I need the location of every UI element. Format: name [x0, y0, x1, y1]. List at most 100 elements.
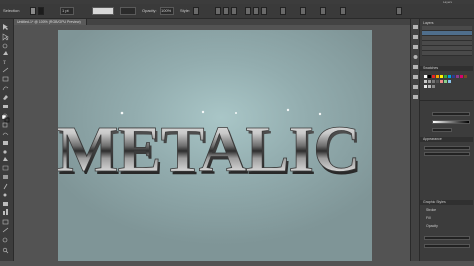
recolor-button[interactable]: [300, 7, 306, 15]
swatch[interactable]: [456, 75, 459, 78]
sparkle-icon: [235, 112, 237, 114]
swatch[interactable]: [452, 75, 455, 78]
pen-tool-icon: [3, 51, 8, 55]
arrange-button[interactable]: [340, 7, 346, 15]
appearance-field[interactable]: [424, 244, 470, 248]
opacity-slider[interactable]: [432, 112, 470, 116]
align-middle-button[interactable]: [253, 7, 259, 15]
graph-tool-icon: [3, 211, 5, 215]
layers-tab[interactable]: Layers: [423, 21, 434, 25]
hand-tool-icon: [2, 237, 8, 243]
appearance-field[interactable]: [424, 236, 470, 240]
swatch[interactable]: [448, 75, 451, 78]
swatch[interactable]: [444, 80, 447, 83]
artboard[interactable]: METALIC METALIC: [56, 30, 372, 261]
angle-field[interactable]: [432, 128, 452, 132]
headline-text[interactable]: METALIC: [56, 113, 361, 187]
appearance-field[interactable]: [424, 146, 470, 150]
style-picker-button[interactable]: [193, 7, 199, 15]
sparkle-icon: [318, 112, 322, 116]
lasso-tool-icon: [2, 43, 8, 49]
free-transform-tool-icon: [3, 141, 8, 145]
stroke-label: Stroke: [426, 208, 437, 212]
appearance-panel-icon: [413, 65, 418, 69]
appearance-field[interactable]: [424, 152, 470, 156]
color-panel-icon: [413, 55, 418, 59]
swatch[interactable]: [432, 80, 435, 83]
brush-tool-icon: [2, 86, 9, 91]
tool-icons[interactable]: T: [0, 19, 13, 261]
sparkle-icon: [120, 111, 124, 115]
perspective-tool-icon: [3, 157, 8, 161]
symbol-sprayer-tool-icon: [3, 202, 8, 206]
canvas-area[interactable]: METALIC METALIC: [14, 25, 418, 261]
align-right-button[interactable]: [231, 7, 237, 15]
mesh-tool-icon: [2, 165, 9, 171]
swatch[interactable]: [424, 85, 427, 88]
graphic-style-dropdown[interactable]: [120, 7, 136, 15]
swatches-grid: [424, 73, 472, 95]
artwork-svg[interactable]: METALIC METALIC: [56, 30, 372, 261]
divider: [420, 100, 473, 101]
appearance-tab: Appearance: [423, 137, 442, 141]
swatch[interactable]: [428, 75, 431, 78]
swatch[interactable]: [424, 80, 427, 83]
swatch[interactable]: [428, 85, 431, 88]
swatch[interactable]: [432, 75, 435, 78]
blend-tool-icon: [3, 193, 7, 197]
shape-builder-tool-icon: [3, 150, 7, 154]
swatch[interactable]: [444, 75, 447, 78]
swatch[interactable]: [448, 80, 451, 83]
layers-panel-icon: [413, 25, 418, 29]
appearance-header[interactable]: Appearance: [420, 137, 473, 142]
align-left-button[interactable]: [215, 7, 221, 15]
fill-label: Fill: [426, 216, 431, 220]
stroke-swatch-button[interactable]: [38, 7, 44, 15]
scale-tool-icon: [2, 122, 8, 128]
align-top-button[interactable]: [245, 7, 251, 15]
align-panel-icon: [413, 95, 418, 99]
opacity-label: Opacity:: [142, 8, 157, 13]
slice-tool-icon: [2, 227, 9, 233]
opacity-value: 100%: [161, 8, 172, 13]
graphic-styles-header[interactable]: Graphic Styles: [420, 200, 473, 205]
swatch[interactable]: [432, 85, 435, 88]
brush-definition-dropdown[interactable]: [92, 7, 114, 15]
eyedropper-tool-icon: [3, 183, 8, 190]
isolate-button[interactable]: [320, 7, 326, 15]
transform-button[interactable]: [280, 7, 286, 15]
tools-panel: T: [0, 19, 14, 261]
panel-menu-button[interactable]: [396, 7, 402, 15]
layers-list: [422, 26, 472, 56]
swatches-tab: Swatches: [423, 66, 439, 70]
artboard-tool-icon: [2, 219, 9, 225]
swatch[interactable]: [424, 75, 427, 78]
swatch[interactable]: [428, 80, 431, 83]
swatch[interactable]: [460, 75, 463, 78]
transform-panel-icon: [413, 85, 418, 89]
swatch[interactable]: [464, 75, 467, 78]
swatches-header[interactable]: Swatches: [420, 66, 473, 71]
gradient-slider[interactable]: [432, 120, 470, 124]
align-center-button[interactable]: [223, 7, 229, 15]
fill-swatch-button[interactable]: [30, 7, 36, 15]
control-bar: Selection 1 pt Opacity: 100% Style:: [0, 4, 474, 19]
graphic-styles-panel-icon: [413, 75, 418, 79]
align-bottom-button[interactable]: [261, 7, 267, 15]
opacity-panel-label: Opacity: [426, 224, 438, 228]
eraser-tool-icon: [3, 105, 8, 108]
swatch[interactable]: [440, 75, 443, 78]
pencil-tool-icon: [3, 95, 8, 100]
style-label: Style:: [180, 8, 191, 13]
gradient-tool-icon: [3, 175, 8, 179]
swatches-panel-icon: [413, 35, 418, 39]
swatch[interactable]: [440, 80, 443, 83]
sparkle-icon: [286, 108, 290, 112]
swatch[interactable]: [436, 75, 439, 78]
layer-row[interactable]: [422, 51, 472, 56]
selection-tool-icon: [3, 24, 8, 30]
sparkle-icon: [201, 110, 205, 114]
swatch[interactable]: [436, 80, 439, 83]
width-tool-icon: [2, 132, 9, 136]
line-tool-icon: [2, 67, 9, 73]
